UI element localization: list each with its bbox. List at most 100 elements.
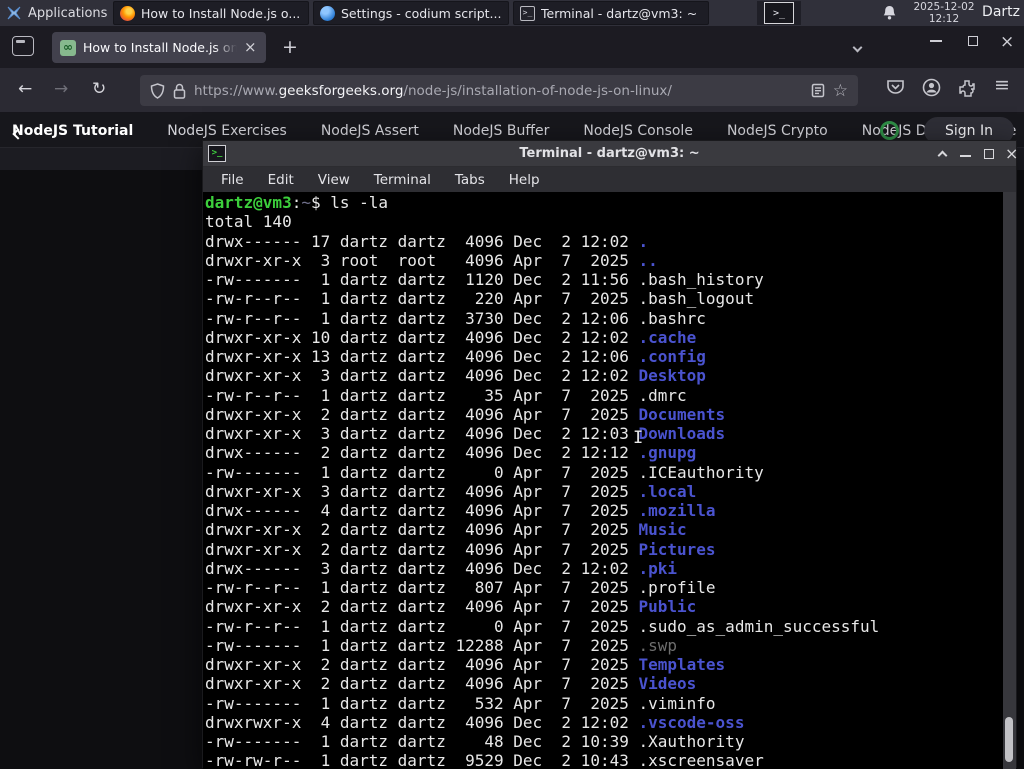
terminal-title: Terminal - dartz@vm3: ~ bbox=[203, 146, 1016, 161]
terminal-row: drwxr-xr-x 13 dartz dartz 4096 Dec 2 12:… bbox=[205, 347, 1004, 366]
file-attributes: drwxr-xr-x 2 dartz dartz 4096 Apr 7 2025 bbox=[205, 597, 638, 616]
url-scheme: https://www. bbox=[194, 83, 279, 99]
taskbar-button[interactable]: Settings - codium script... bbox=[313, 1, 509, 25]
terminal-row: drwxr-xr-x 2 dartz dartz 4096 Apr 7 2025… bbox=[205, 655, 1004, 674]
tray-area: >_ bbox=[757, 1, 801, 25]
forward-button[interactable]: → bbox=[54, 79, 68, 99]
desktop-panel: Applications ≡ How to Install Node.js o.… bbox=[0, 0, 1024, 26]
nav-item[interactable]: NodeJS Crypto bbox=[727, 123, 828, 139]
terminal-row: drwxr-xr-x 2 dartz dartz 4096 Apr 7 2025… bbox=[205, 674, 1004, 693]
directory-name: Videos bbox=[638, 674, 696, 693]
file-name: .swp bbox=[638, 636, 677, 655]
nav-item[interactable]: NodeJS Assert bbox=[321, 123, 419, 139]
terminal-menu-terminal[interactable]: Terminal bbox=[364, 170, 441, 190]
pocket-icon[interactable] bbox=[886, 78, 905, 97]
terminal-row: drwxr-xr-x 3 dartz dartz 4096 Dec 2 12:0… bbox=[205, 366, 1004, 385]
reload-button[interactable]: ↻ bbox=[92, 79, 106, 99]
panel-clock[interactable]: 2025-12-02 12:12 bbox=[908, 0, 980, 26]
file-attributes: drwx------ 3 dartz dartz 4096 Dec 2 12:0… bbox=[205, 559, 638, 578]
file-attributes: drwxr-xr-x 10 dartz dartz 4096 Dec 2 12:… bbox=[205, 328, 638, 347]
file-attributes: -rw------- 1 dartz dartz 532 Apr 7 2025 bbox=[205, 694, 638, 713]
list-all-tabs-icon[interactable] bbox=[853, 43, 863, 53]
file-attributes: -rw-r--r-- 1 dartz dartz 3730 Dec 2 12:0… bbox=[205, 309, 638, 328]
terminal-row: -rw-r--r-- 1 dartz dartz 220 Apr 7 2025 … bbox=[205, 289, 1004, 308]
window-close-button[interactable]: × bbox=[1000, 32, 1014, 52]
terminal-row: drwx------ 17 dartz dartz 4096 Dec 2 12:… bbox=[205, 232, 1004, 251]
taskbar-button[interactable]: How to Install Node.js o... bbox=[113, 1, 309, 25]
taskbar-button-label: Settings - codium script... bbox=[341, 6, 501, 21]
terminal-row: -rw-r--r-- 1 dartz dartz 807 Apr 7 2025 … bbox=[205, 578, 1004, 597]
file-attributes: -rw-r--r-- 1 dartz dartz 807 Apr 7 2025 bbox=[205, 578, 638, 597]
back-button[interactable]: ← bbox=[18, 79, 32, 99]
prompt-user-host: dartz@vm3 bbox=[205, 193, 292, 212]
file-attributes: drwxr-xr-x 13 dartz dartz 4096 Dec 2 12:… bbox=[205, 347, 638, 366]
file-attributes: -rw------- 1 dartz dartz 48 Dec 2 10:39 bbox=[205, 732, 638, 751]
nav-item[interactable]: NodeJS Console bbox=[583, 123, 693, 139]
taskbar-button-label: How to Install Node.js o... bbox=[141, 6, 300, 21]
directory-name: Downloads bbox=[638, 424, 725, 443]
terminal-menu-help[interactable]: Help bbox=[499, 170, 550, 190]
terminal-scrollbar[interactable] bbox=[1003, 192, 1016, 769]
terminal-menu-file[interactable]: File bbox=[211, 170, 254, 190]
terminal-row: -rw------- 1 dartz dartz 12288 Apr 7 202… bbox=[205, 636, 1004, 655]
firefox-view-icon[interactable] bbox=[12, 36, 34, 56]
tray-terminal-icon[interactable]: >_ bbox=[764, 2, 794, 24]
directory-name: .. bbox=[638, 251, 657, 270]
directory-name: Documents bbox=[638, 405, 725, 424]
bookmark-star-icon[interactable]: ☆ bbox=[833, 81, 848, 101]
mouse-cursor-ibeam: I bbox=[633, 428, 643, 448]
codium-icon bbox=[320, 6, 335, 21]
gfg-logo-icon[interactable] bbox=[880, 121, 899, 140]
terminal-row: drwxr-xr-x 2 dartz dartz 4096 Apr 7 2025… bbox=[205, 540, 1004, 559]
terminal-row: drwx------ 2 dartz dartz 4096 Dec 2 12:1… bbox=[205, 443, 1004, 462]
directory-name: .local bbox=[638, 482, 696, 501]
nav-item[interactable]: NodeJS Exercises bbox=[167, 123, 287, 139]
file-attributes: -rw-rw-r-- 1 dartz dartz 9529 Dec 2 10:4… bbox=[205, 751, 638, 769]
directory-name: Music bbox=[638, 520, 686, 539]
reader-view-icon[interactable] bbox=[811, 83, 825, 98]
file-name: .bash_logout bbox=[638, 289, 754, 308]
terminal-scrollbar-thumb[interactable] bbox=[1005, 717, 1013, 762]
terminal-menu-tabs[interactable]: Tabs bbox=[445, 170, 495, 190]
terminal-row: -rw------- 1 dartz dartz 0 Apr 7 2025 .I… bbox=[205, 463, 1004, 482]
file-attributes: drwxr-xr-x 2 dartz dartz 4096 Apr 7 2025 bbox=[205, 655, 638, 674]
terminal-maximize-button[interactable] bbox=[984, 149, 994, 159]
clock-time: 12:12 bbox=[908, 13, 980, 25]
terminal-menu-edit[interactable]: Edit bbox=[258, 170, 304, 190]
url-bar[interactable]: https://www.geeksforgeeks.org/node-js/in… bbox=[140, 75, 858, 106]
file-attributes: drwxr-xr-x 3 dartz dartz 4096 Dec 2 12:0… bbox=[205, 424, 638, 443]
taskbar-button[interactable]: >_Terminal - dartz@vm3: ~ bbox=[513, 1, 709, 25]
terminal-row: drwxrwxr-x 4 dartz dartz 4096 Dec 2 12:0… bbox=[205, 713, 1004, 732]
terminal-prompt-line: dartz@vm3:~$ ls -la bbox=[205, 193, 1004, 212]
directory-name: . bbox=[638, 232, 648, 251]
file-name: .profile bbox=[638, 578, 715, 597]
site-favicon-icon: ∞ bbox=[60, 40, 76, 56]
account-icon[interactable] bbox=[922, 78, 941, 97]
applications-menu-button[interactable]: Applications ≡ bbox=[0, 0, 128, 26]
file-attributes: -rw------- 1 dartz dartz 1120 Dec 2 11:5… bbox=[205, 270, 638, 289]
file-attributes: drwxr-xr-x 2 dartz dartz 4096 Apr 7 2025 bbox=[205, 540, 638, 559]
terminal-row: drwxr-xr-x 10 dartz dartz 4096 Dec 2 12:… bbox=[205, 328, 1004, 347]
menu-hamburger-icon[interactable]: ≡ bbox=[994, 74, 1010, 96]
file-attributes: drwxr-xr-x 3 dartz dartz 4096 Apr 7 2025 bbox=[205, 482, 638, 501]
extensions-puzzle-icon[interactable] bbox=[958, 78, 977, 97]
terminal-window: >_ Terminal - dartz@vm3: ~ × FileEditVie… bbox=[202, 140, 1017, 768]
firefox-icon bbox=[120, 6, 135, 21]
window-maximize-button[interactable] bbox=[968, 36, 978, 46]
terminal-titlebar[interactable]: >_ Terminal - dartz@vm3: ~ × bbox=[203, 141, 1016, 167]
terminal-close-button[interactable]: × bbox=[1005, 144, 1018, 163]
directory-name: Desktop bbox=[638, 366, 705, 385]
shield-icon[interactable] bbox=[150, 83, 165, 99]
window-minimize-button[interactable] bbox=[930, 40, 942, 42]
nav-item[interactable]: NodeJS Tutorial bbox=[12, 123, 133, 139]
new-tab-button[interactable]: + bbox=[282, 38, 298, 56]
nav-item[interactable]: NodeJS Buffer bbox=[453, 123, 550, 139]
browser-tab-active[interactable]: ∞ How to Install Node.js on × bbox=[52, 32, 266, 63]
file-attributes: -rw------- 1 dartz dartz 12288 Apr 7 202… bbox=[205, 636, 638, 655]
clock-date: 2025-12-02 bbox=[908, 1, 980, 13]
terminal-minimize-button[interactable] bbox=[960, 155, 971, 157]
tab-title: How to Install Node.js on bbox=[83, 40, 237, 55]
lock-icon[interactable] bbox=[173, 83, 186, 99]
terminal-menu-view[interactable]: View bbox=[308, 170, 360, 190]
tab-close-icon[interactable]: × bbox=[244, 40, 257, 55]
